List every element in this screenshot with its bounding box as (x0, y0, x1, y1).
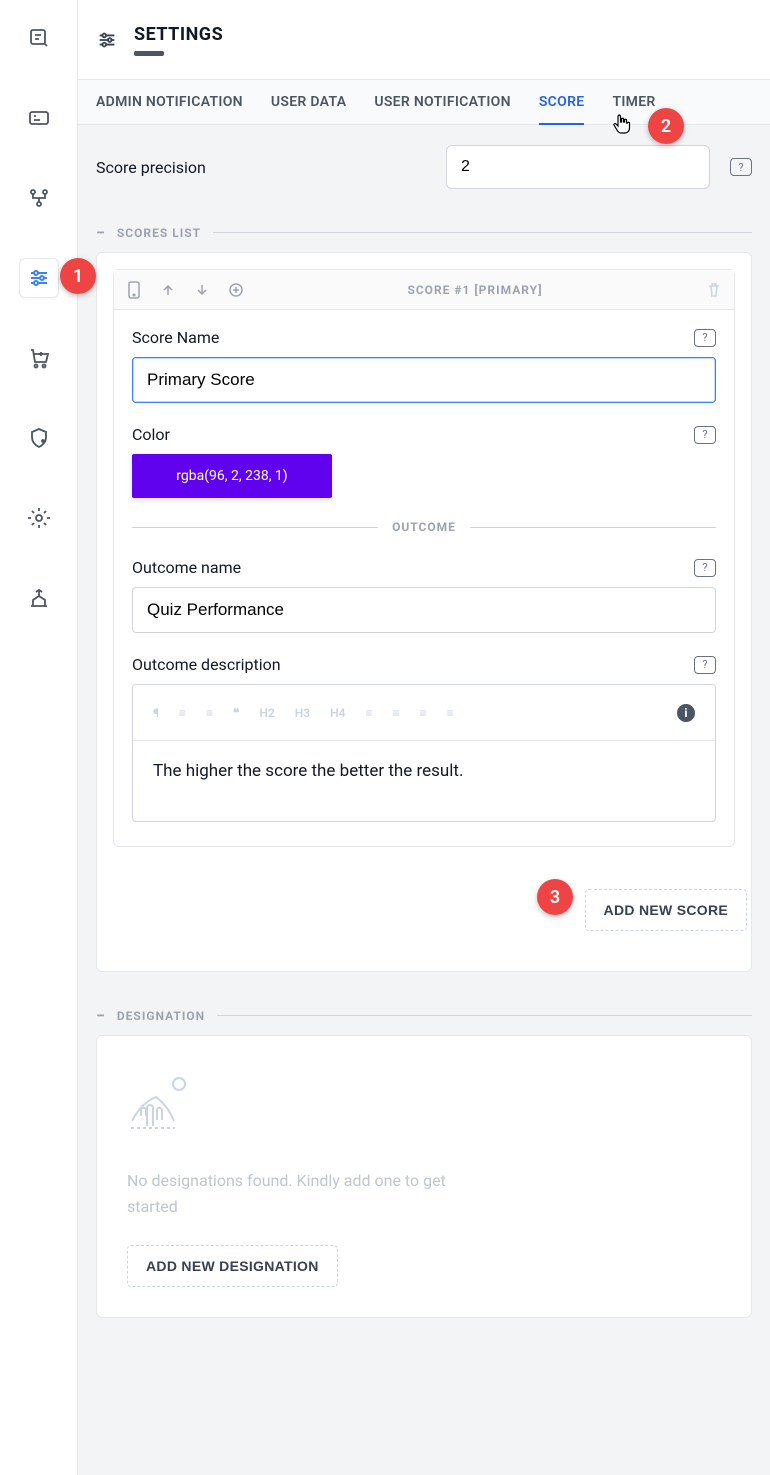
sidebar-item-3[interactable] (19, 178, 59, 218)
rte-align1-icon[interactable]: ≡ (365, 706, 372, 720)
rte-align4-icon[interactable]: ≡ (447, 706, 454, 720)
arrow-down-icon[interactable] (194, 282, 210, 298)
rte-list2-icon[interactable]: ≡ (206, 706, 213, 720)
tab-user-notification[interactable]: USER NOTIFICATION (374, 94, 510, 124)
help-icon[interactable]: ? (694, 656, 716, 674)
arrow-up-icon[interactable] (160, 282, 176, 298)
info-icon[interactable]: i (677, 704, 695, 722)
outcome-title: OUTCOME (392, 520, 456, 534)
score-name-input[interactable] (132, 357, 716, 403)
add-new-score-button[interactable]: ADD NEW SCORE (585, 889, 747, 931)
outcome-name-input[interactable] (132, 587, 716, 633)
divider (132, 527, 378, 528)
rte-quote-icon[interactable]: ❝ (233, 706, 239, 720)
designation-empty-text: No designations found. Kindly add one to… (127, 1168, 487, 1219)
trash-icon[interactable] (706, 282, 722, 298)
page-title: SETTINGS (134, 24, 223, 45)
section-designation: − DESIGNATION (78, 992, 770, 1035)
rte-list-icon[interactable]: ≡ (179, 706, 186, 720)
score-card: SCORE #1 [PRIMARY] Score Name ? (113, 269, 735, 847)
designation-panel: No designations found. Kindly add one to… (96, 1035, 752, 1318)
annotation-badge-2: 2 (648, 108, 684, 144)
rte-align2-icon[interactable]: ≡ (392, 706, 399, 720)
rte-paragraph-icon[interactable]: ¶ (153, 706, 159, 720)
score-card-title: SCORE #1 [PRIMARY] (244, 283, 706, 297)
divider (470, 527, 716, 528)
annotation-badge-3: 3 (537, 879, 573, 915)
score-name-label: Score Name (132, 328, 219, 347)
divider (213, 232, 752, 233)
outcome-name-label: Outcome name (132, 558, 241, 577)
outcome-description-text[interactable]: The higher the score the better the resu… (133, 741, 715, 821)
rte-h4-button[interactable]: H4 (330, 706, 345, 720)
rte-align3-icon[interactable]: ≡ (419, 706, 426, 720)
content: Score precision ? − SCORES LIST (78, 125, 770, 1475)
rte-toolbar: ¶ ≡ ≡ ❝ H2 H3 H4 ≡ ≡ ≡ (133, 685, 715, 741)
title-underline (134, 51, 164, 56)
plus-circle-icon[interactable] (228, 282, 244, 298)
add-score-row: 3 ADD NEW SCORE (97, 863, 751, 971)
sidebar-item-6[interactable] (19, 418, 59, 458)
header: SETTINGS (78, 0, 770, 80)
settings-icon (96, 29, 118, 51)
help-icon[interactable]: ? (730, 158, 752, 176)
scores-panel: SCORE #1 [PRIMARY] Score Name ? (96, 252, 752, 972)
sidebar-item-1[interactable] (19, 18, 59, 58)
section-title: DESIGNATION (117, 1009, 205, 1023)
sidebar-item-settings[interactable] (19, 258, 59, 298)
main: SETTINGS ADMIN NOTIFICATION USER DATA US… (78, 0, 770, 1475)
cursor-icon (612, 113, 632, 135)
tab-score[interactable]: SCORE (539, 94, 585, 124)
outcome-desc-label: Outcome description (132, 655, 281, 674)
device-icon[interactable] (126, 282, 142, 298)
collapse-icon[interactable]: − (96, 223, 105, 242)
rte-h3-button[interactable]: H3 (295, 706, 310, 720)
sidebar-item-2[interactable] (19, 98, 59, 138)
score-toolbar: SCORE #1 [PRIMARY] (114, 270, 734, 310)
sidebar-item-7[interactable] (19, 498, 59, 538)
color-label: Color (132, 425, 170, 444)
help-icon[interactable]: ? (694, 426, 716, 444)
tab-admin-notification[interactable]: ADMIN NOTIFICATION (96, 94, 243, 124)
score-precision-label: Score precision (96, 158, 426, 177)
outcome-subhead: OUTCOME (132, 520, 716, 534)
color-picker[interactable]: rgba(96, 2, 238, 1) (132, 454, 332, 498)
rte-h2-button[interactable]: H2 (259, 706, 274, 720)
sidebar (0, 0, 78, 1475)
collapse-icon[interactable]: − (96, 1006, 105, 1025)
section-title: SCORES LIST (117, 226, 201, 240)
help-icon[interactable]: ? (694, 559, 716, 577)
divider (217, 1015, 752, 1016)
help-icon[interactable]: ? (694, 329, 716, 347)
add-new-designation-button[interactable]: ADD NEW DESIGNATION (127, 1245, 338, 1287)
outcome-description-editor: ¶ ≡ ≡ ❝ H2 H3 H4 ≡ ≡ ≡ (132, 684, 716, 822)
tab-user-data[interactable]: USER DATA (271, 94, 346, 124)
score-precision-input[interactable] (446, 145, 710, 189)
annotation-badge-1: 1 (60, 258, 96, 294)
empty-illustration (127, 1066, 207, 1146)
sidebar-item-8[interactable] (19, 578, 59, 618)
sidebar-item-5[interactable] (19, 338, 59, 378)
section-scores-list: − SCORES LIST (78, 209, 770, 252)
